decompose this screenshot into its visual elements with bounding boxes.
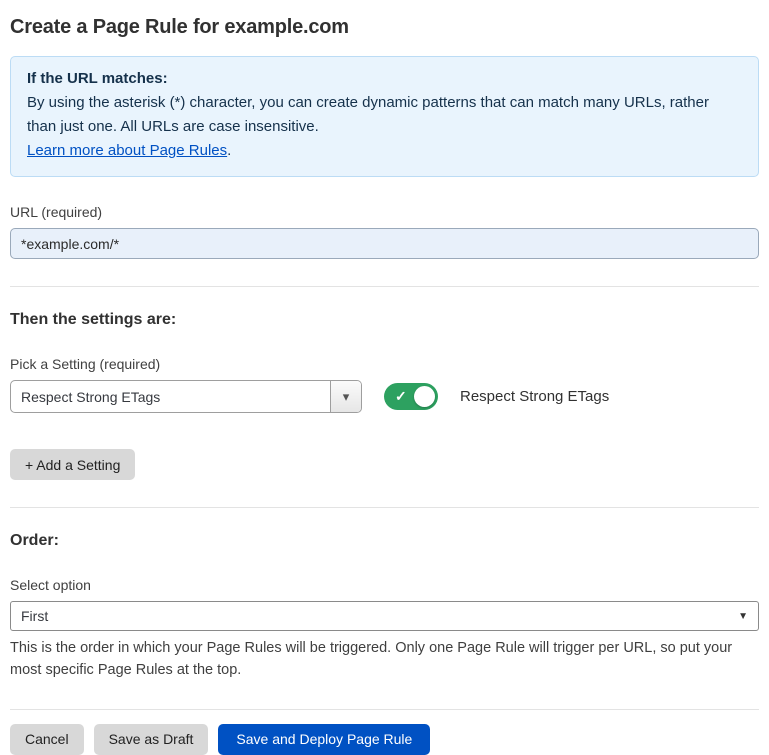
learn-more-link[interactable]: Learn more about Page Rules <box>27 142 227 159</box>
setting-dropdown[interactable]: Respect Strong ETags ▾ <box>10 380 362 413</box>
page-title: Create a Page Rule for example.com <box>10 16 759 39</box>
chevron-down-icon: ▾ <box>343 389 350 405</box>
setting-row: Respect Strong ETags ▾ ✓ Respect Strong … <box>10 380 759 413</box>
url-input[interactable] <box>10 228 759 259</box>
pick-setting-label: Pick a Setting (required) <box>10 356 759 372</box>
footer-actions: Cancel Save as Draft Save and Deploy Pag… <box>10 724 759 755</box>
url-match-info-box: If the URL matches: By using the asteris… <box>10 56 759 177</box>
etags-toggle-wrap: ✓ Respect Strong ETags <box>384 383 609 410</box>
etags-toggle[interactable]: ✓ <box>384 383 438 410</box>
divider <box>10 286 759 287</box>
save-draft-button[interactable]: Save as Draft <box>94 724 209 755</box>
order-select-value: First <box>21 608 48 624</box>
url-field-label: URL (required) <box>10 204 759 220</box>
order-section-heading: Order: <box>10 532 759 550</box>
info-box-heading: If the URL matches: <box>27 67 742 91</box>
divider <box>10 507 759 508</box>
order-select-label: Select option <box>10 577 759 593</box>
setting-dropdown-value: Respect Strong ETags <box>11 381 330 412</box>
dropdown-open-button[interactable]: ▾ <box>330 381 361 412</box>
chevron-down-icon: ▼ <box>738 611 748 622</box>
save-deploy-button[interactable]: Save and Deploy Page Rule <box>218 724 430 755</box>
order-select[interactable]: First ▼ <box>10 601 759 631</box>
divider <box>10 709 759 710</box>
toggle-knob <box>414 386 435 407</box>
info-box-body: By using the asterisk (*) character, you… <box>27 91 742 139</box>
order-help-text: This is the order in which your Page Rul… <box>10 638 759 682</box>
settings-section-heading: Then the settings are: <box>10 311 759 329</box>
check-icon: ✓ <box>395 387 407 405</box>
cancel-button[interactable]: Cancel <box>10 724 84 755</box>
link-period: . <box>227 142 231 159</box>
toggle-label: Respect Strong ETags <box>460 388 609 405</box>
add-setting-button[interactable]: + Add a Setting <box>10 449 135 480</box>
page-rule-form: Create a Page Rule for example.com If th… <box>0 0 769 755</box>
info-box-link-line: Learn more about Page Rules. <box>27 139 742 163</box>
